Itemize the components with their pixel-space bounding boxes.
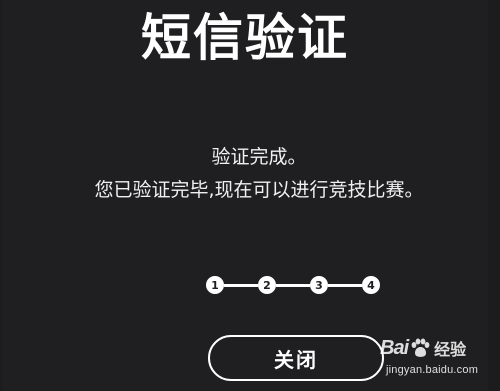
verification-detail-text: 您已验证完毕,现在可以进行竞技比赛。: [94, 179, 424, 201]
step-1-dot: 1: [206, 276, 224, 294]
step-connector: [224, 283, 258, 287]
step-connector: [276, 283, 310, 287]
step-progress-indicator: 1 2 3 4: [206, 275, 380, 295]
watermark-url: jingyan.baidu.com: [386, 364, 479, 376]
step-connector: [328, 283, 362, 287]
baidu-jingyan-watermark: Bai 经验 jingyan.baidu.com: [380, 336, 498, 388]
step-4-dot: 4: [362, 276, 380, 294]
step-2-dot: 2: [258, 276, 276, 294]
paw-icon: [411, 338, 430, 357]
sms-verification-dialog: 短信验证 验证完成。 您已验证完毕,现在可以进行竞技比赛。 1 2 3 4 关闭: [2, 0, 488, 391]
screen: 短信验证 验证完成。 您已验证完毕,现在可以进行竞技比赛。 1 2 3 4 关闭…: [0, 0, 500, 391]
verification-complete-text: 验证完成。: [211, 146, 307, 168]
watermark-brand-left: Bai: [380, 336, 409, 359]
watermark-logo: Bai 经验: [380, 336, 466, 360]
step-3-dot: 3: [310, 276, 328, 294]
close-button[interactable]: 关闭: [208, 335, 384, 381]
dialog-title: 短信验证: [141, 9, 349, 67]
watermark-brand-right: 经验: [434, 340, 467, 359]
